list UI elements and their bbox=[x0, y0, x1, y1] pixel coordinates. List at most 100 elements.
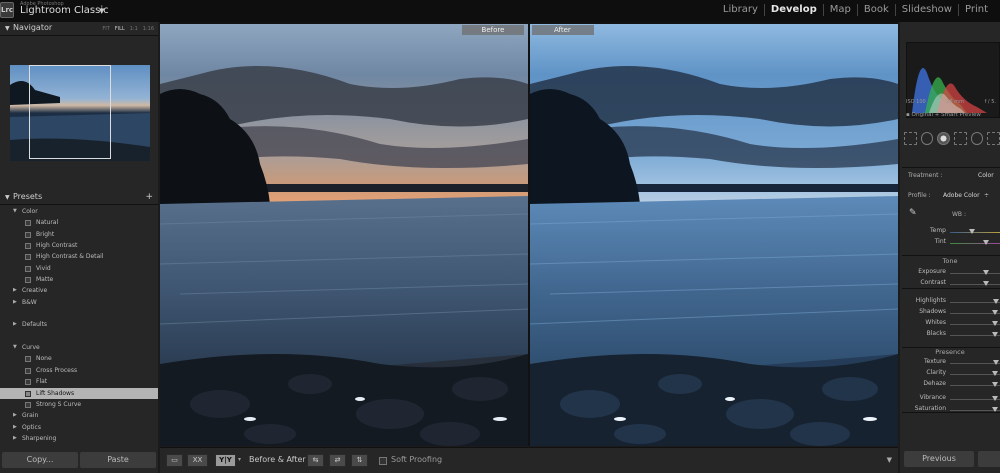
paste-settings-button[interactable]: Paste bbox=[80, 452, 156, 468]
collapsed-triangle-icon[interactable]: ▶ bbox=[13, 410, 17, 421]
module-book[interactable]: Book bbox=[856, 4, 895, 16]
preset-item[interactable]: Strong S Curve bbox=[0, 399, 158, 410]
red-eye-tool-icon[interactable] bbox=[937, 131, 951, 145]
collapse-triangle-icon[interactable]: ▼ bbox=[5, 194, 10, 201]
module-slideshow[interactable]: Slideshow bbox=[894, 4, 958, 16]
slider-track[interactable] bbox=[950, 273, 1000, 274]
slider-knob[interactable] bbox=[983, 270, 989, 275]
collapsed-triangle-icon[interactable]: ▶ bbox=[13, 297, 17, 308]
zoom-option[interactable]: FILL bbox=[115, 26, 125, 32]
slider-knob[interactable] bbox=[991, 371, 998, 376]
previous-button[interactable]: Previous bbox=[904, 451, 974, 467]
slider-tint[interactable]: Tint bbox=[900, 238, 1000, 248]
slider-shadows[interactable]: Shadows bbox=[900, 308, 1000, 318]
module-print[interactable]: Print bbox=[957, 4, 994, 16]
graduated-filter-icon[interactable] bbox=[954, 131, 967, 145]
loupe-view-icon[interactable]: ▭ bbox=[166, 454, 183, 467]
slider-knob[interactable] bbox=[991, 396, 998, 401]
preset-group[interactable]: ▶ Sharpening bbox=[0, 433, 158, 444]
preset-item[interactable]: High Contrast bbox=[0, 240, 158, 251]
copy-settings-button[interactable]: Copy... bbox=[2, 452, 78, 468]
slider-blacks[interactable]: Blacks bbox=[900, 330, 1000, 340]
preset-group[interactable]: ▶ Grain bbox=[0, 410, 158, 421]
preset-group[interactable]: ▼ Curve bbox=[0, 342, 158, 353]
add-preset-icon[interactable]: + bbox=[145, 192, 153, 202]
toolbar-content-dropdown-icon[interactable]: ▼ bbox=[887, 456, 892, 464]
slider-knob[interactable] bbox=[991, 382, 998, 387]
module-develop[interactable]: Develop bbox=[763, 4, 823, 16]
preset-group[interactable]: ▶ Defaults bbox=[0, 319, 158, 330]
slider-highlights[interactable]: Highlights bbox=[900, 297, 1000, 307]
navigator-zoom-frame[interactable] bbox=[29, 65, 111, 159]
slider-knob[interactable] bbox=[991, 332, 998, 337]
preset-item[interactable]: Vivid bbox=[0, 263, 158, 274]
before-photo[interactable]: Before bbox=[160, 24, 528, 446]
preset-item[interactable]: Matte bbox=[0, 274, 158, 285]
slider-temp[interactable]: Temp bbox=[900, 227, 1000, 237]
spot-removal-tool-icon[interactable] bbox=[920, 131, 934, 145]
zoom-option[interactable]: FIT bbox=[102, 26, 109, 32]
collapsed-triangle-icon[interactable]: ▶ bbox=[13, 285, 17, 296]
slider-whites[interactable]: Whites bbox=[900, 319, 1000, 329]
app-name[interactable]: Lightroom Classic bbox=[20, 5, 109, 16]
profile-dropdown[interactable]: Adobe Color bbox=[943, 192, 980, 199]
slider-clarity[interactable]: Clarity bbox=[900, 369, 1000, 379]
preset-group[interactable]: ▼ Color bbox=[0, 206, 158, 217]
slider-knob[interactable] bbox=[992, 299, 999, 304]
identity-plate-dropdown-icon[interactable]: ▼ bbox=[99, 7, 104, 15]
preset-item[interactable]: Bright bbox=[0, 229, 158, 240]
original-smart-preview-status[interactable]: ▪ Original + Smart Preview bbox=[906, 112, 1000, 118]
soft-proofing-label[interactable]: Soft Proofing bbox=[391, 455, 442, 464]
slider-vibrance[interactable]: Vibrance bbox=[900, 394, 1000, 404]
copy-before-to-after-icon[interactable]: ⇆ bbox=[307, 454, 324, 467]
collapse-triangle-icon[interactable]: ▼ bbox=[5, 25, 10, 32]
slider-track[interactable] bbox=[950, 243, 1000, 244]
slider-exposure[interactable]: Exposure bbox=[900, 268, 1000, 278]
navigator-header[interactable]: ▼ Navigator FIT FILL 1:1 1:16 bbox=[0, 22, 158, 36]
after-photo[interactable]: After bbox=[530, 24, 898, 446]
slider-knob[interactable] bbox=[968, 229, 975, 234]
slider-knob[interactable] bbox=[983, 281, 989, 286]
slider-knob[interactable] bbox=[991, 310, 998, 315]
before-after-yy-button[interactable]: Y|Y bbox=[215, 454, 236, 467]
copy-after-to-before-icon[interactable]: ⇄ bbox=[329, 454, 346, 467]
slider-texture[interactable]: Texture bbox=[900, 358, 1000, 368]
zoom-option[interactable]: 1:16 bbox=[143, 26, 154, 32]
preset-item[interactable]: Flat bbox=[0, 376, 158, 387]
chevron-down-icon[interactable]: ▾ bbox=[238, 456, 241, 463]
module-map[interactable]: Map bbox=[822, 4, 857, 16]
before-after-xx-button[interactable]: XX bbox=[187, 454, 208, 467]
profile-caret-icon[interactable]: ÷ bbox=[984, 192, 989, 199]
preset-item[interactable]: High Contrast & Detail bbox=[0, 251, 158, 262]
preset-group[interactable]: ▶ Creative bbox=[0, 285, 158, 296]
navigator-preview[interactable] bbox=[10, 65, 150, 161]
slider-knob[interactable] bbox=[983, 240, 989, 245]
expanded-triangle-icon[interactable]: ▼ bbox=[13, 342, 17, 353]
soft-proofing-checkbox[interactable] bbox=[379, 457, 387, 465]
swap-before-after-icon[interactable]: ⇅ bbox=[351, 454, 368, 467]
module-library[interactable]: Library bbox=[717, 4, 764, 16]
crop-tool-icon[interactable] bbox=[904, 131, 917, 145]
collapsed-triangle-icon[interactable]: ▶ bbox=[13, 319, 17, 330]
histogram[interactable] bbox=[906, 42, 1000, 118]
slider-track[interactable] bbox=[950, 284, 1000, 285]
preset-item[interactable]: Cross Process bbox=[0, 365, 158, 376]
radial-filter-icon[interactable] bbox=[970, 131, 984, 145]
eyedropper-icon[interactable]: ✎ bbox=[909, 208, 917, 218]
preset-item[interactable]: Natural bbox=[0, 217, 158, 228]
adjustment-brush-icon[interactable] bbox=[987, 131, 1000, 145]
zoom-option[interactable]: 1:1 bbox=[130, 26, 138, 32]
preset-group[interactable]: ▶ B&W bbox=[0, 297, 158, 308]
preset-item[interactable]: Lift Shadows bbox=[0, 387, 158, 399]
slider-knob[interactable] bbox=[992, 360, 999, 365]
collapsed-triangle-icon[interactable]: ▶ bbox=[13, 422, 17, 433]
preset-group[interactable]: ▶ Optics bbox=[0, 422, 158, 433]
preset-item[interactable]: None bbox=[0, 353, 158, 364]
slider-knob[interactable] bbox=[991, 321, 998, 326]
expanded-triangle-icon[interactable]: ▼ bbox=[13, 206, 17, 217]
slider-dehaze[interactable]: Dehaze bbox=[900, 380, 1000, 390]
slider-saturation[interactable]: Saturation bbox=[900, 405, 1000, 415]
slider-track[interactable] bbox=[950, 232, 1000, 233]
treatment-color-option[interactable]: Color bbox=[978, 172, 994, 179]
collapsed-triangle-icon[interactable]: ▶ bbox=[13, 433, 17, 444]
